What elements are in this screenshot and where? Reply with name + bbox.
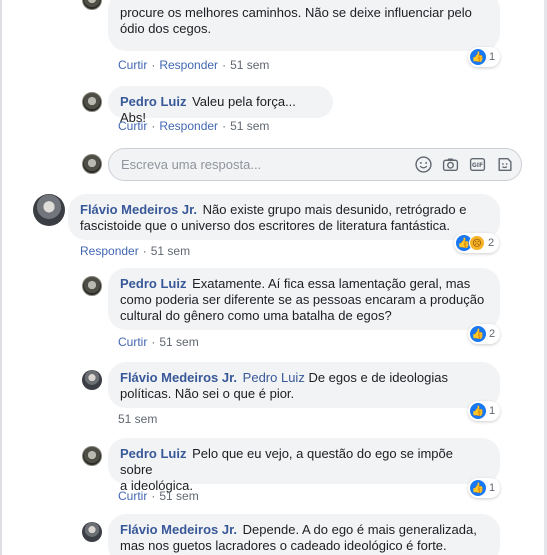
comment-bubble: procure os melhores caminhos. Não se dei… [108, 0, 500, 51]
comment-text-line: fascistoide que o universo dos escritore… [80, 218, 450, 233]
avatar[interactable] [82, 92, 102, 112]
avatar[interactable] [82, 276, 102, 296]
reply-link[interactable]: Responder [80, 244, 139, 258]
reaction-summary[interactable]: 👍 1 [468, 478, 501, 498]
comment-actions: Curtir · Responder · 51 sem [118, 119, 269, 133]
timestamp[interactable]: 51 sem [159, 335, 198, 349]
timestamp[interactable]: 51 sem [159, 489, 198, 503]
svg-text:GIF: GIF [472, 162, 483, 169]
comment-text-line: mas nos guetos lacradores o cadeado ideo… [120, 538, 447, 553]
separator: · [142, 244, 147, 258]
reaction-count: 2 [488, 237, 495, 249]
reaction-count: 1 [489, 405, 496, 417]
timestamp[interactable]: 51 sem [230, 119, 269, 133]
comment-text-line: Não existe grupo mais desunido, retrógra… [202, 202, 467, 217]
like-icon: 👍 [470, 403, 486, 419]
like-link[interactable]: Curtir [118, 335, 147, 349]
avatar[interactable] [82, 0, 102, 10]
comment-actions: Curtir · Responder · 51 sem [118, 58, 269, 72]
avatar[interactable] [82, 522, 102, 542]
reply-link[interactable]: Responder [159, 119, 218, 133]
comment-text-line: políticas. Não sei o que é pior. [120, 386, 295, 401]
gif-icon[interactable]: GIF [469, 156, 486, 173]
reaction-summary[interactable]: 👍 1 [468, 401, 501, 421]
comment-text-line: Depende. A do ego é mais generalizada, [242, 522, 477, 537]
separator: · [151, 489, 156, 503]
comment-author[interactable]: Flávio Medeiros Jr. [120, 370, 237, 385]
comment-bubble: Flávio Medeiros Jr. Não existe grupo mai… [68, 194, 500, 240]
like-icon: 👍 [470, 49, 486, 65]
avatar[interactable] [33, 194, 65, 226]
reaction-summary[interactable]: 👍 ☹ 2 [454, 233, 500, 253]
comment-actions: 51 sem [118, 412, 157, 426]
like-link[interactable]: Curtir [118, 58, 147, 72]
reply-input[interactable]: Escreva uma resposta... GIF [108, 148, 522, 181]
comment-author[interactable]: Pedro Luiz [120, 446, 186, 461]
reply-tools: GIF [415, 156, 513, 173]
like-link[interactable]: Curtir [118, 119, 147, 133]
timestamp[interactable]: 51 sem [151, 244, 190, 258]
comment-author[interactable]: Flávio Medeiros Jr. [80, 202, 197, 217]
separator: · [151, 58, 156, 72]
comment-text-line: ódio dos cegos. [120, 21, 212, 36]
comment-text-line: procure os melhores caminhos. Não se dei… [120, 5, 472, 20]
sad-reaction-icon: ☹ [469, 235, 485, 251]
comment-bubble: Pedro Luiz Valeu pela força... Abs! [108, 86, 333, 125]
comment-actions: Curtir · 51 sem [118, 489, 199, 503]
comment-first-line: Flávio Medeiros Jr. Depende. A do ego é … [120, 522, 488, 538]
separator: · [222, 58, 227, 72]
comment-author[interactable]: Pedro Luiz [120, 94, 186, 109]
separator: · [151, 335, 156, 349]
reaction-count: 2 [489, 328, 496, 340]
separator: · [222, 119, 227, 133]
comment-text-line: como poderia ser diferente se as pessoas… [120, 292, 485, 307]
comment-first-line: Flávio Medeiros Jr. Não existe grupo mai… [80, 202, 488, 218]
reply-placeholder[interactable]: Escreva uma resposta... [121, 157, 261, 172]
current-user-avatar [82, 154, 102, 174]
comment-actions: Responder · 51 sem [80, 244, 190, 258]
comment-bubble: Flávio Medeiros Jr. Pedro Luiz De egos e… [108, 362, 500, 408]
emoji-icon[interactable] [415, 156, 432, 173]
timestamp[interactable]: 51 sem [118, 412, 157, 426]
comment-text-line: De egos e de ideologias [308, 370, 448, 385]
comment-actions: Curtir · 51 sem [118, 335, 199, 349]
comment-first-line: Flávio Medeiros Jr. Pedro Luiz De egos e… [120, 370, 488, 386]
like-link[interactable]: Curtir [118, 489, 147, 503]
sticker-icon[interactable] [496, 156, 513, 173]
reaction-summary[interactable]: 👍 2 [468, 324, 501, 344]
comment-text-line: Exatamente. Aí fica essa lamentação gera… [192, 276, 471, 291]
camera-icon[interactable] [442, 156, 459, 173]
mention-link[interactable]: Pedro Luiz [243, 370, 305, 385]
reaction-count: 1 [489, 482, 496, 494]
thread-left-border [0, 0, 2, 555]
avatar[interactable] [82, 370, 102, 390]
reaction-count: 1 [489, 51, 496, 63]
comment-bubble: Pedro Luiz Exatamente. Aí fica essa lame… [108, 268, 500, 330]
comment-bubble: Pedro Luiz Pelo que eu vejo, a questão d… [108, 438, 500, 493]
reaction-summary[interactable]: 👍 1 [468, 47, 501, 67]
comment-bubble: Flávio Medeiros Jr. Depende. A do ego é … [108, 514, 500, 555]
reply-link[interactable]: Responder [159, 58, 218, 72]
comment-author[interactable]: Flávio Medeiros Jr. [120, 522, 237, 537]
separator: · [151, 119, 156, 133]
like-icon: 👍 [470, 326, 486, 342]
like-icon: 👍 [470, 480, 486, 496]
comment-text-line: cultural do gênero como uma batalha de e… [120, 308, 392, 323]
comment-first-line: Pedro Luiz Pelo que eu vejo, a questão d… [120, 446, 488, 478]
avatar[interactable] [82, 446, 102, 466]
comment-author[interactable]: Pedro Luiz [120, 276, 186, 291]
timestamp[interactable]: 51 sem [230, 58, 269, 72]
comment-first-line: Pedro Luiz Exatamente. Aí fica essa lame… [120, 276, 488, 292]
